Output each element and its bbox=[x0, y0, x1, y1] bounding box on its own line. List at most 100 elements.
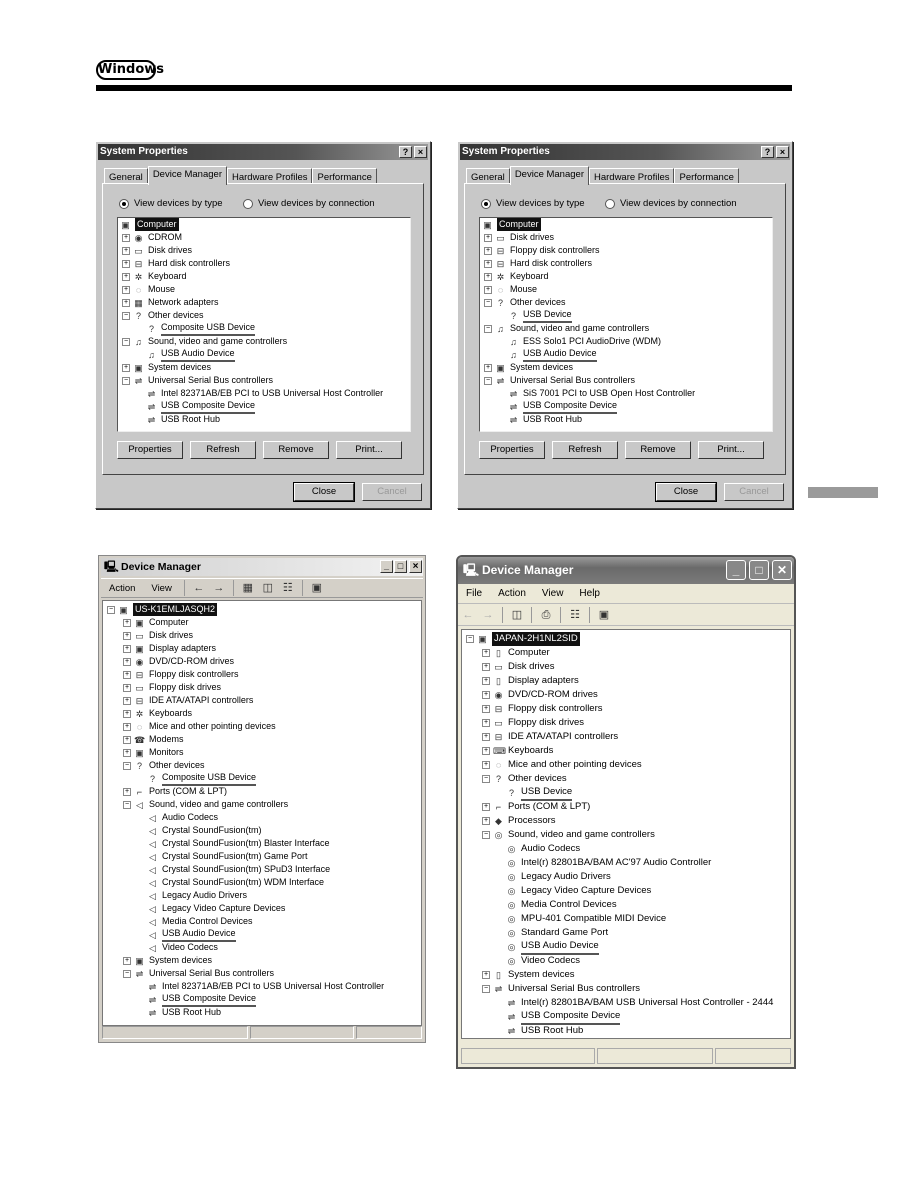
tree-item[interactable]: + ⊟ Hard disk controllers bbox=[118, 257, 410, 270]
expand-icon[interactable]: + bbox=[484, 285, 492, 294]
tree-item[interactable]: ? USB Device bbox=[480, 309, 772, 323]
expand-icon[interactable]: + bbox=[484, 233, 492, 242]
tree-item[interactable]: ◎ Audio Codecs bbox=[462, 842, 790, 856]
tab-performance[interactable]: Performance bbox=[312, 168, 377, 184]
tree-item[interactable]: −? Other devices bbox=[103, 759, 421, 772]
collapse-icon[interactable]: − bbox=[122, 311, 130, 320]
properties-icon[interactable]: ☷ bbox=[567, 607, 583, 623]
expand-icon[interactable]: + bbox=[123, 631, 131, 640]
tree-item[interactable]: + ⊟ Floppy disk controllers bbox=[462, 702, 790, 716]
tree-item[interactable]: + ☎ Modems bbox=[103, 733, 421, 746]
collapse-icon[interactable]: − bbox=[482, 775, 490, 783]
tree-item[interactable]: + ✲ Keyboard bbox=[480, 270, 772, 283]
tree-item[interactable]: ◁ Audio Codecs bbox=[103, 811, 421, 824]
cancel-button[interactable]: Cancel bbox=[724, 483, 784, 501]
tree-item[interactable]: ◁ Video Codecs bbox=[103, 941, 421, 954]
tree-item[interactable]: ▣ Computer bbox=[118, 218, 410, 231]
tree-item[interactable]: − ⇌ Universal Serial Bus controllers bbox=[462, 982, 790, 996]
tree-item[interactable]: − ▣ US-K1EMLJASQH2 bbox=[103, 603, 421, 616]
tree-item[interactable]: + ◉ CDROM bbox=[118, 231, 410, 244]
tree-item[interactable]: + ▭ Disk drives bbox=[103, 629, 421, 642]
expand-icon[interactable]: + bbox=[484, 272, 492, 281]
tree-item[interactable]: + ✲ Keyboards bbox=[103, 707, 421, 720]
radio-view-by-type[interactable]: View devices by type bbox=[481, 198, 585, 209]
collapse-icon[interactable]: − bbox=[484, 298, 492, 307]
tree-item[interactable]: + ⌐ Ports (COM & LPT) bbox=[103, 785, 421, 798]
tree-item[interactable]: + ▭ Disk drives bbox=[462, 660, 790, 674]
expand-icon[interactable]: + bbox=[123, 683, 131, 692]
tree-item[interactable]: + ▭ Floppy disk drives bbox=[103, 681, 421, 694]
expand-icon[interactable]: + bbox=[482, 803, 490, 811]
collapse-icon[interactable]: − bbox=[122, 337, 130, 346]
tree-item[interactable]: ◁ Crystal SoundFusion(tm) SPuD3 Interface bbox=[103, 863, 421, 876]
tree-item[interactable]: ◁ Media Control Devices bbox=[103, 915, 421, 928]
menu-action[interactable]: Action bbox=[490, 588, 534, 599]
tree-item[interactable]: ? Composite USB Device bbox=[103, 772, 421, 786]
expand-icon[interactable]: + bbox=[122, 272, 130, 281]
radio-view-by-connection[interactable]: View devices by connection bbox=[243, 198, 375, 209]
tree-item[interactable]: ◁ Legacy Audio Drivers bbox=[103, 889, 421, 902]
tree-item[interactable]: + ▣ Display adapters bbox=[103, 642, 421, 655]
device-tree[interactable]: ▣ Computer + ▭ Disk drives + ⊟ Floppy disk cont… bbox=[479, 217, 773, 432]
close-button[interactable]: × bbox=[414, 146, 427, 158]
print-icon[interactable]: ⎙ bbox=[538, 607, 554, 623]
scan-hardware-icon[interactable]: ▣ bbox=[596, 607, 612, 623]
radio-view-by-connection[interactable]: View devices by connection bbox=[605, 198, 737, 209]
tree-item[interactable]: + ▭ Floppy disk drives bbox=[462, 716, 790, 730]
tree-item[interactable]: + ▣ System devices bbox=[480, 361, 772, 374]
properties-button[interactable]: Properties bbox=[479, 441, 545, 459]
cancel-button[interactable]: Cancel bbox=[362, 483, 422, 501]
expand-icon[interactable]: + bbox=[122, 285, 130, 294]
tree-item[interactable]: − ◁ Sound, video and game controllers bbox=[103, 798, 421, 811]
show-hide-icon[interactable]: ◫ bbox=[509, 607, 525, 623]
tree-item[interactable]: ◎ Media Control Devices bbox=[462, 898, 790, 912]
tree-item[interactable]: + ◌ Mouse bbox=[118, 283, 410, 296]
expand-icon[interactable]: + bbox=[482, 677, 490, 685]
help-button[interactable]: ? bbox=[761, 146, 774, 158]
menu-help[interactable]: Help bbox=[571, 588, 608, 599]
expand-icon[interactable]: + bbox=[123, 709, 131, 718]
refresh-button[interactable]: Refresh bbox=[552, 441, 618, 459]
forward-icon[interactable]: → bbox=[480, 607, 496, 623]
expand-icon[interactable]: + bbox=[122, 233, 130, 242]
menu-action[interactable]: Action bbox=[101, 583, 143, 594]
expand-icon[interactable]: + bbox=[482, 747, 490, 755]
expand-icon[interactable]: + bbox=[484, 363, 492, 372]
tree-item[interactable]: ⇌ USB Composite Device bbox=[103, 993, 421, 1007]
tree-item[interactable]: + ◉ DVD/CD-ROM drives bbox=[103, 655, 421, 668]
remove-button[interactable]: Remove bbox=[625, 441, 691, 459]
tree-item[interactable]: + ▣ Monitors bbox=[103, 746, 421, 759]
tree-item[interactable]: ◁ Crystal SoundFusion(tm) WDM Interface bbox=[103, 876, 421, 889]
tree-item[interactable]: + ▯ Computer bbox=[462, 646, 790, 660]
expand-icon[interactable]: + bbox=[482, 817, 490, 825]
radio-view-by-type[interactable]: View devices by type bbox=[119, 198, 223, 209]
tree-item[interactable]: ◎ Video Codecs bbox=[462, 954, 790, 968]
tree-item[interactable]: ? USB Device bbox=[462, 786, 790, 801]
tree-item[interactable]: ⇌ Intel 82371AB/EB PCI to USB Universal H… bbox=[103, 980, 421, 993]
expand-icon[interactable]: + bbox=[123, 748, 131, 757]
maximize-button[interactable]: □ bbox=[749, 560, 769, 580]
properties-button[interactable]: Properties bbox=[117, 441, 183, 459]
expand-icon[interactable]: + bbox=[482, 971, 490, 979]
tree-item[interactable]: + ◉ DVD/CD-ROM drives bbox=[462, 688, 790, 702]
tab-hardware-profiles[interactable]: Hardware Profiles bbox=[226, 168, 313, 184]
remove-button[interactable]: Remove bbox=[263, 441, 329, 459]
expand-icon[interactable]: + bbox=[123, 722, 131, 731]
tree-item[interactable]: + ⊟ IDE ATA/ATAPI controllers bbox=[103, 694, 421, 707]
tree-item[interactable]: ⇌ Intel(r) 82801BA/BAM USB Universal Host… bbox=[462, 996, 790, 1010]
tree-item[interactable]: − ⇌ Universal Serial Bus controllers bbox=[480, 374, 772, 387]
tree-item[interactable]: + ⊟ Hard disk controllers bbox=[480, 257, 772, 270]
collapse-icon[interactable]: − bbox=[466, 635, 474, 643]
expand-icon[interactable]: + bbox=[484, 246, 492, 255]
tree-item[interactable]: ◁ USB Audio Device bbox=[103, 928, 421, 942]
expand-icon[interactable]: + bbox=[123, 644, 131, 653]
tree-item[interactable]: ⇌ USB Root Hub bbox=[462, 1024, 790, 1038]
tree-item[interactable]: ♫ USB Audio Device bbox=[118, 348, 410, 362]
print-button[interactable]: Print... bbox=[698, 441, 764, 459]
expand-icon[interactable]: + bbox=[123, 670, 131, 679]
tree-item[interactable]: ◎ Intel(r) 82801BA/BAM AC'97 Audio Contro… bbox=[462, 856, 790, 870]
expand-icon[interactable]: + bbox=[482, 649, 490, 657]
expand-icon[interactable]: + bbox=[482, 761, 490, 769]
close-button[interactable]: ✕ bbox=[772, 560, 792, 580]
expand-icon[interactable]: + bbox=[123, 787, 131, 796]
